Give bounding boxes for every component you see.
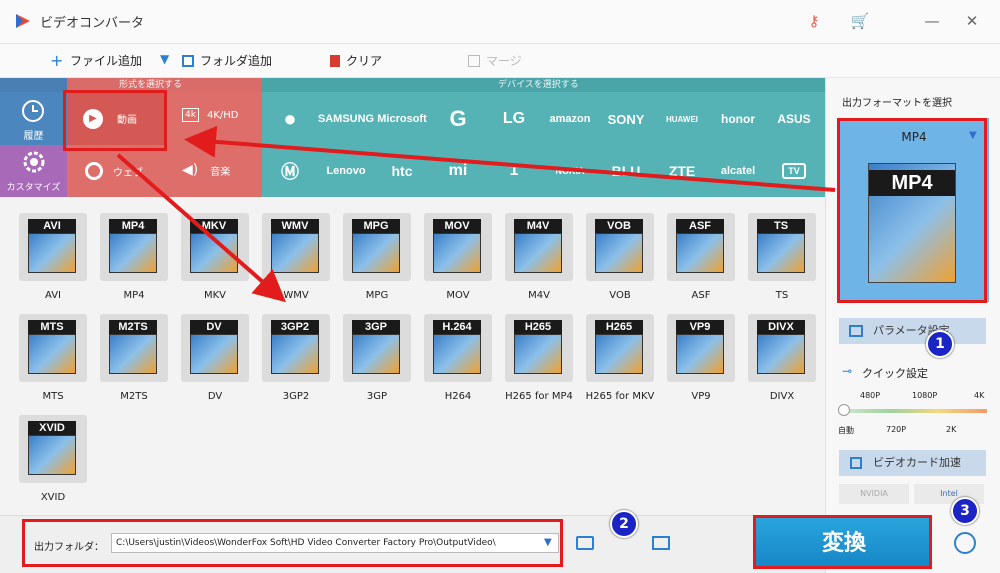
step-marker-3: 3 bbox=[951, 497, 979, 525]
arrow-to-video-category bbox=[184, 125, 836, 192]
step-marker-2: 2 bbox=[610, 510, 638, 538]
arrow-to-format-grid bbox=[116, 153, 287, 303]
annotation-arrows bbox=[116, 125, 836, 303]
step-marker-1: 1 bbox=[926, 330, 954, 358]
